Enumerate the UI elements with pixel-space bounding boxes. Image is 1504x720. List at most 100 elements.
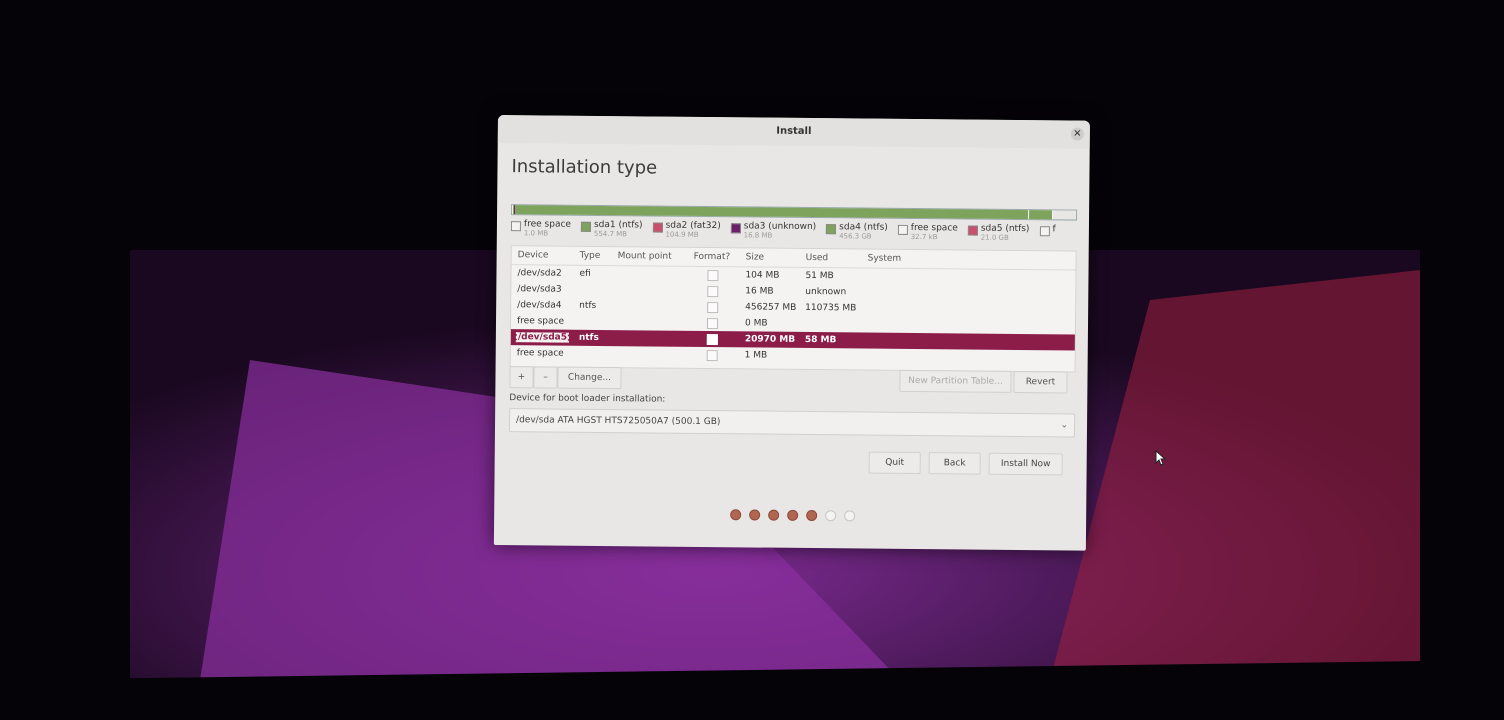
cell-size: 0 MB: [744, 318, 768, 329]
cell-format: [687, 285, 739, 297]
col-type[interactable]: Type: [574, 251, 612, 261]
partition-bar-segment: [514, 205, 1029, 220]
step-dot: [825, 510, 837, 522]
partition-legend: free space 1.0 MB sda1 (ntfs) 554.7 MB sda2 …: [510, 219, 1081, 249]
legend-name: sda1 (ntfs): [593, 219, 643, 231]
col-format[interactable]: Format?: [688, 252, 740, 262]
legend-item: f: [1039, 224, 1056, 248]
boot-loader-value: /dev/sda ATA HGST HTS725050A7 (500.1 GB): [516, 415, 721, 428]
partition-usage-bar: [511, 204, 1078, 221]
cell-system: [861, 276, 1075, 278]
cell-mount-point: [611, 354, 687, 355]
cell-used: [799, 356, 861, 357]
quit-button[interactable]: Quit: [868, 451, 921, 475]
legend-swatch: [730, 223, 741, 234]
legend-swatch: [826, 224, 837, 235]
legend-name: sda3 (unknown): [743, 221, 817, 233]
cell-system: [861, 356, 1075, 358]
cell-device: /dev/sda3: [517, 284, 562, 295]
col-size[interactable]: Size: [740, 252, 800, 263]
legend-swatch: [967, 225, 978, 236]
add-partition-button[interactable]: +: [509, 366, 534, 389]
cell-size: 104 MB: [745, 270, 780, 281]
legend-item: free space 1.0 MB: [510, 219, 571, 244]
cell-device: /dev/sda2: [517, 268, 562, 279]
legend-item: sda3 (unknown) 16.8 MB: [730, 221, 817, 246]
cell-type: ntfs: [579, 300, 597, 311]
cell-format: [687, 317, 739, 329]
device-label: /dev/sda5: [515, 332, 570, 343]
cell-mount-point: [611, 322, 687, 323]
format-checkbox[interactable]: [706, 333, 718, 345]
cell-mount-point: [611, 338, 687, 339]
cell-used: [799, 324, 861, 325]
cell-size: 456257 MB: [745, 302, 797, 313]
table-body: /dev/sda2 efi 104 MB 51 MB/dev/sda3 16 MB unk…: [510, 265, 1076, 366]
col-used[interactable]: Used: [800, 253, 862, 264]
cell-system: [861, 292, 1075, 294]
cell-mount-point: [611, 290, 687, 291]
boot-loader-label: Device for boot loader installation:: [509, 393, 666, 405]
step-dot: [787, 509, 799, 521]
step-dot: [730, 509, 742, 521]
legend-item: free space 32.7 kB: [897, 222, 958, 248]
legend-name: sda4 (ntfs): [839, 222, 888, 233]
legend-size: 1.0 MB: [523, 229, 549, 238]
legend-size: 554.7 MB: [593, 229, 628, 239]
cell-mount-point: [611, 274, 687, 275]
legend-name: sda5 (ntfs): [980, 223, 1030, 235]
cell-format: [687, 269, 739, 281]
cell-used: 58 MB: [804, 334, 837, 346]
step-dot: [749, 509, 761, 521]
legend-swatch: [580, 221, 591, 232]
cell-used: 110735 MB: [805, 302, 857, 314]
legend-swatch: [652, 222, 663, 233]
legend-size: 104.9 MB: [665, 230, 699, 239]
cell-system: [861, 324, 1075, 326]
revert-button[interactable]: Revert: [1013, 370, 1068, 394]
cell-mount-point: [611, 306, 687, 307]
new-partition-table-button[interactable]: New Partition Table...: [899, 369, 1012, 393]
col-mount-point[interactable]: Mount point: [612, 251, 688, 262]
close-icon[interactable]: ✕: [1070, 127, 1084, 141]
format-checkbox[interactable]: [706, 317, 719, 329]
step-dot: [844, 510, 856, 522]
installer-window: Install ✕ Installation type free space 1.…: [493, 115, 1090, 551]
back-button[interactable]: Back: [928, 452, 981, 475]
cell-size: 1 MB: [744, 350, 768, 361]
format-checkbox[interactable]: [707, 285, 719, 297]
format-checkbox[interactable]: [706, 349, 718, 361]
legend-size: 32.7 kB: [910, 232, 938, 242]
legend-item: sda4 (ntfs) 456.3 GB: [826, 222, 888, 247]
legend-swatch: [510, 221, 521, 232]
cell-size: 20970 MB: [744, 334, 796, 345]
step-dot: [806, 509, 818, 522]
legend-name: f: [1052, 224, 1056, 235]
cell-device: free space: [516, 316, 565, 327]
format-checkbox[interactable]: [707, 269, 719, 281]
cell-device: /dev/sda4: [517, 300, 562, 311]
cell-type: efi: [579, 268, 591, 279]
partition-bar-segment: [1052, 210, 1054, 220]
mouse-pointer-icon: [1155, 450, 1167, 466]
cell-used: unknown: [805, 286, 847, 298]
remove-partition-button[interactable]: –: [533, 366, 558, 389]
legend-name: sda2 (fat32): [665, 220, 721, 232]
cell-device: /dev/sda5: [511, 332, 573, 343]
legend-size: 456.3 GB: [839, 232, 872, 241]
step-progress-dots: [730, 509, 856, 522]
legend-item: sda5 (ntfs) 21.0 GB: [967, 223, 1030, 249]
install-now-button[interactable]: Install Now: [988, 452, 1063, 476]
format-checkbox[interactable]: [707, 301, 719, 313]
legend-name: free space: [910, 222, 958, 234]
boot-loader-select[interactable]: /dev/sda ATA HGST HTS725050A7 (500.1 GB)…: [508, 408, 1076, 438]
cell-type: ntfs: [578, 332, 599, 343]
cell-format: [687, 349, 739, 361]
title-bar: Install ✕: [497, 115, 1090, 149]
page-title: Installation type: [511, 156, 658, 179]
partition-bar-segment: [1028, 210, 1053, 220]
legend-size: 21.0 GB: [980, 233, 1009, 242]
col-system[interactable]: System: [862, 253, 1076, 265]
change-partition-button[interactable]: Change...: [557, 366, 622, 390]
col-device[interactable]: Device: [512, 250, 574, 261]
